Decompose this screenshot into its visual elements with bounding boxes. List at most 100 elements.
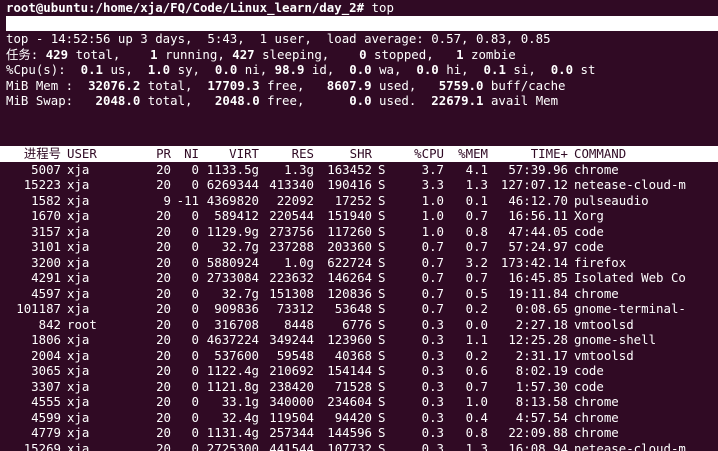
process-pid: 4597 bbox=[31, 285, 61, 301]
process-command: chrome bbox=[574, 394, 619, 409]
process-time: 57:24.97 bbox=[508, 239, 568, 254]
process-mem: 0.7 bbox=[465, 270, 488, 285]
process-s: S bbox=[378, 285, 386, 301]
process-virt: 32.7g bbox=[221, 239, 259, 254]
process-shr: 123960 bbox=[327, 332, 372, 347]
swap-line: MiB Swap: 2048.0 total, 2048.0 free, 0.0… bbox=[6, 93, 559, 108]
process-time: 2:31.17 bbox=[515, 347, 568, 363]
process-virt: 589412 bbox=[214, 208, 259, 223]
process-mem: 4.1 bbox=[465, 161, 488, 177]
process-pid: 4291 bbox=[31, 270, 61, 285]
process-pid: 1670 bbox=[31, 208, 61, 223]
process-ni: 0 bbox=[191, 161, 199, 177]
process-virt: 1129.9g bbox=[206, 223, 259, 239]
process-user: xja bbox=[67, 285, 90, 301]
process-s: S bbox=[378, 347, 386, 363]
process-command: gnome-terminal- bbox=[574, 301, 686, 316]
process-cpu: 1.0 bbox=[421, 208, 444, 223]
process-cpu: 0.3 bbox=[421, 378, 444, 394]
process-cpu: 0.3 bbox=[421, 363, 444, 378]
process-table-header: 进程号 USER PR NI VIRT RES SHR %CPU %MEM TI… bbox=[0, 146, 718, 162]
process-res: 1.3g bbox=[284, 161, 314, 177]
process-shr: 71528 bbox=[334, 378, 372, 394]
process-res: 273756 bbox=[269, 223, 314, 239]
process-ni: 0 bbox=[191, 301, 199, 316]
process-command: Xorg bbox=[574, 208, 604, 223]
process-row: 2004 xja 20 0 537600 59548 40368 S 0.3 0.2 2:31.17… bbox=[0, 348, 718, 364]
process-cpu: 0.3 bbox=[421, 440, 444, 451]
process-mem: 1.0 bbox=[465, 394, 488, 409]
process-res: 1.0g bbox=[284, 254, 314, 270]
process-ni: 0 bbox=[191, 347, 199, 363]
process-res: 8448 bbox=[284, 316, 314, 332]
process-time: 127:07.12 bbox=[500, 177, 568, 192]
process-cpu: 0.3 bbox=[421, 347, 444, 363]
process-command: Isolated Web Co bbox=[574, 270, 686, 285]
process-res: 237288 bbox=[269, 239, 314, 254]
process-command: pulseaudio bbox=[574, 192, 649, 208]
process-time: 16:45.85 bbox=[508, 270, 568, 285]
process-shr: 94420 bbox=[334, 409, 372, 425]
process-pid: 1806 bbox=[31, 332, 61, 347]
process-mem: 0.2 bbox=[465, 347, 488, 363]
process-pid: 101187 bbox=[16, 301, 61, 316]
process-pr: 20 bbox=[156, 285, 171, 301]
process-s: S bbox=[378, 301, 386, 316]
process-pid: 3307 bbox=[31, 378, 61, 394]
process-row: 4291 xja 20 0 2733084 223632 146264 S 0.7 0.7 16:4… bbox=[0, 270, 718, 286]
process-res: 349244 bbox=[269, 332, 314, 347]
process-row: 4597 xja 20 0 32.7g 151308 120836 S 0.7 0.5 19:11.… bbox=[0, 286, 718, 302]
process-user: xja bbox=[67, 270, 90, 285]
process-virt: 1122.4g bbox=[206, 363, 259, 378]
process-ni: 0 bbox=[191, 239, 199, 254]
process-ni: -11 bbox=[176, 192, 199, 208]
process-mem: 0.8 bbox=[465, 425, 488, 440]
process-mem: 0.6 bbox=[465, 363, 488, 378]
process-virt: 6269344 bbox=[206, 177, 259, 192]
process-row: 4599 xja 20 0 32.4g 119504 94420 S 0.3 0.4 4:57.54… bbox=[0, 410, 718, 426]
process-s: S bbox=[378, 316, 386, 332]
process-cpu: 0.7 bbox=[421, 270, 444, 285]
process-shr: 120836 bbox=[327, 285, 372, 301]
process-table: 进程号 USER PR NI VIRT RES SHR %CPU %MEM TI… bbox=[0, 138, 718, 451]
process-shr: 17252 bbox=[334, 192, 372, 208]
col-state bbox=[372, 146, 394, 162]
process-s: S bbox=[378, 270, 386, 285]
process-virt: 1133.5g bbox=[206, 161, 259, 177]
process-ni: 0 bbox=[191, 425, 199, 440]
process-ni: 0 bbox=[191, 223, 199, 239]
process-row: 1582 xja 9 -11 4369820 22092 17252 S 1.0 0.1 46:12… bbox=[0, 193, 718, 209]
process-shr: 203360 bbox=[327, 239, 372, 254]
process-command: netease-cloud-m bbox=[574, 177, 686, 192]
process-shr: 190416 bbox=[327, 177, 372, 192]
mem-line: MiB Mem : 32076.2 total, 17709.3 free, 8… bbox=[6, 77, 566, 93]
process-time: 8:13.58 bbox=[515, 394, 568, 409]
process-virt: 909836 bbox=[214, 301, 259, 316]
process-time: 1:57.30 bbox=[515, 378, 568, 394]
process-s: S bbox=[378, 409, 386, 425]
process-command: code bbox=[574, 239, 604, 254]
process-shr: 144596 bbox=[327, 425, 372, 440]
process-time: 4:57.54 bbox=[515, 409, 568, 425]
process-res: 223632 bbox=[269, 270, 314, 285]
process-row: 15269 xja 20 0 2725300 441544 107732 S 0.3 1.3 16:… bbox=[0, 441, 718, 451]
process-row: 101187 xja 20 0 909836 73312 53648 S 0.7 0.2 0:08.… bbox=[0, 301, 718, 317]
process-s: S bbox=[378, 192, 386, 208]
process-virt: 1131.4g bbox=[206, 425, 259, 440]
process-s: S bbox=[378, 363, 386, 378]
process-mem: 0.7 bbox=[465, 208, 488, 223]
process-pr: 20 bbox=[156, 161, 171, 177]
process-row: 3200 xja 20 0 5880924 1.0g 622724 S 0.7 3.2 173:42… bbox=[0, 255, 718, 271]
terminal-window[interactable]: root@ubuntu:/home/xja/FQ/Code/Linux_lear… bbox=[0, 0, 718, 451]
process-command: gnome-shell bbox=[574, 332, 657, 347]
process-row: 4779 xja 20 0 1131.4g 257344 144596 S 0.3 0.8 22:0… bbox=[0, 425, 718, 441]
process-pr: 20 bbox=[156, 301, 171, 316]
process-mem: 1.1 bbox=[465, 332, 488, 347]
process-ni: 0 bbox=[191, 316, 199, 332]
process-user: xja bbox=[67, 425, 90, 440]
process-pr: 20 bbox=[156, 254, 171, 270]
process-shr: 53648 bbox=[334, 301, 372, 316]
process-cpu: 0.7 bbox=[421, 239, 444, 254]
process-s: S bbox=[378, 223, 386, 239]
process-shr: 234604 bbox=[327, 394, 372, 409]
